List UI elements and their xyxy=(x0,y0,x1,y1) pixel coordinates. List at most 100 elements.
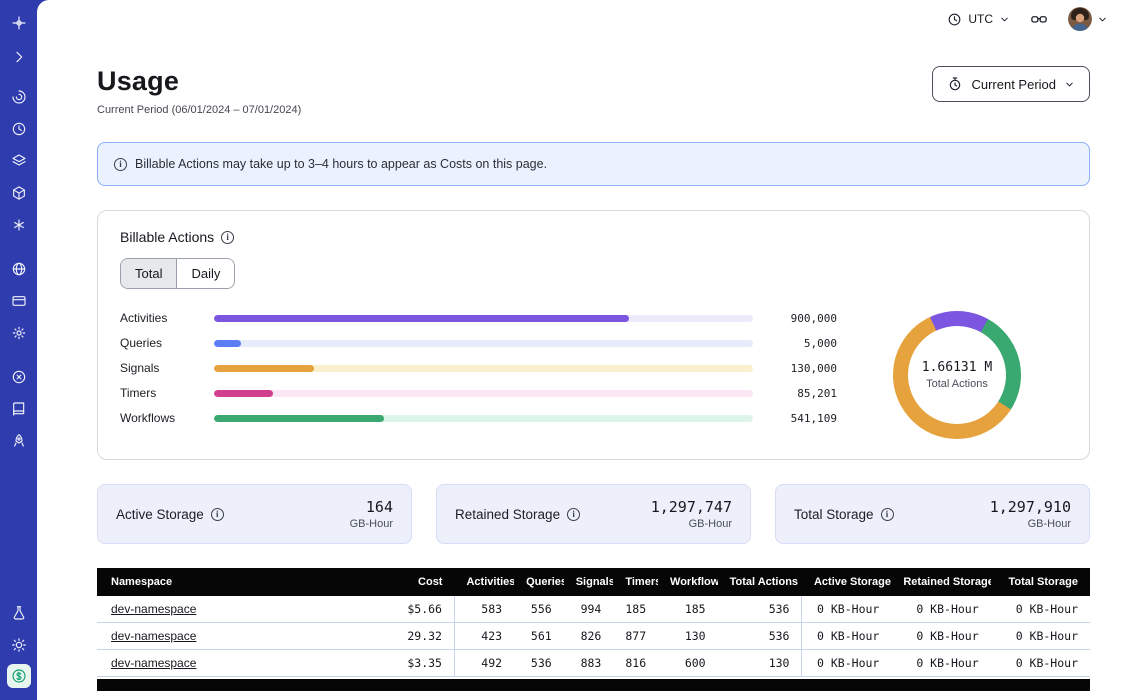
bar-value: 130,000 xyxy=(763,362,837,375)
region-icon[interactable] xyxy=(5,256,33,282)
timezone-selector[interactable]: UTC xyxy=(947,12,1010,27)
theme-icon[interactable] xyxy=(5,632,33,658)
bar-row-queries: Queries 5,000 xyxy=(120,336,837,350)
col-total-actions: Total Actions xyxy=(718,568,802,596)
settings-icon[interactable] xyxy=(5,320,33,346)
stat-value: 164 xyxy=(350,498,393,516)
namespace-usage-table: Namespace Cost Activities Queries Signal… xyxy=(97,568,1090,677)
cell-retained-storage: 0 KB-Hour xyxy=(891,596,990,623)
info-icon[interactable]: i xyxy=(221,231,234,244)
cell-activities: 583 xyxy=(454,596,514,623)
namespace-link[interactable]: dev-namespace xyxy=(111,629,196,643)
donut-center: 1.66131 M Total Actions xyxy=(893,311,1021,439)
cell-queries: 556 xyxy=(514,596,564,623)
bar-fill xyxy=(214,390,273,397)
col-retained-storage: Retained Storage xyxy=(891,568,990,596)
info-icon[interactable]: i xyxy=(881,508,894,521)
bar-fill xyxy=(214,315,629,322)
cell-cost: 29.32 xyxy=(395,623,455,650)
billable-actions-title: Billable Actions i xyxy=(120,229,1067,245)
namespace-link[interactable]: dev-namespace xyxy=(111,656,196,670)
docs-icon[interactable] xyxy=(5,396,33,422)
bar-chart: Activities 900,000 Queries 5,000 Signals… xyxy=(120,311,847,439)
bar-value: 900,000 xyxy=(763,312,837,325)
donut-column: 1.66131 M Total Actions xyxy=(847,311,1067,439)
bar-label: Activities xyxy=(120,311,204,325)
bar-label: Queries xyxy=(120,336,204,350)
cell-cost: $5.66 xyxy=(395,596,455,623)
nexus-icon[interactable] xyxy=(5,84,33,110)
bar-row-timers: Timers 85,201 xyxy=(120,386,837,400)
bar-row-workflows: Workflows 541,109 xyxy=(120,411,837,425)
stat-label: Active Storage xyxy=(116,507,204,522)
col-total-storage: Total Storage xyxy=(991,568,1090,596)
integrations-icon[interactable] xyxy=(5,212,33,238)
info-icon: i xyxy=(114,158,127,171)
collapse-sidebar-icon[interactable] xyxy=(5,44,33,70)
bar-label: Signals xyxy=(120,361,204,375)
bar-label: Workflows xyxy=(120,411,204,425)
info-banner: i Billable Actions may take up to 3–4 ho… xyxy=(97,142,1090,186)
total-actions-donut: 1.66131 M Total Actions xyxy=(893,311,1021,439)
sidebar xyxy=(0,0,37,700)
donut-total-value: 1.66131 M xyxy=(922,360,992,375)
billing-icon[interactable] xyxy=(5,288,33,314)
billable-actions-card: Billable Actions i Total Daily Activitie… xyxy=(97,210,1090,460)
table-row: dev-namespace 29.32 423 561 826 877 130 … xyxy=(97,623,1090,650)
col-active-storage: Active Storage xyxy=(802,568,891,596)
bar-row-signals: Signals 130,000 xyxy=(120,361,837,375)
col-queries: Queries xyxy=(514,568,564,596)
sidebar-group-bottom xyxy=(5,600,33,688)
labs-icon[interactable] xyxy=(5,600,33,626)
namespace-link[interactable]: dev-namespace xyxy=(111,602,196,616)
retained-storage-card: Retained Storage i 1,297,747 GB-Hour xyxy=(436,484,751,544)
cell-total-actions: 130 xyxy=(718,650,802,677)
active-storage-card: Active Storage i 164 GB-Hour xyxy=(97,484,412,544)
goggles-icon[interactable] xyxy=(1026,6,1052,32)
history-icon[interactable] xyxy=(5,116,33,142)
table-header-row: Namespace Cost Activities Queries Signal… xyxy=(97,568,1090,596)
stat-label: Total Storage xyxy=(794,507,874,522)
cell-total-storage: 0 KB-Hour xyxy=(991,623,1090,650)
stat-value: 1,297,747 xyxy=(651,498,732,516)
sidebar-group-account xyxy=(5,256,33,346)
getting-started-icon[interactable] xyxy=(5,428,33,454)
cell-timers: 816 xyxy=(613,650,658,677)
usage-icon[interactable] xyxy=(7,664,31,688)
topbar: UTC xyxy=(37,0,1126,38)
temporal-logo-icon[interactable] xyxy=(5,10,33,36)
bar-value: 5,000 xyxy=(763,337,837,350)
cell-workflows: 185 xyxy=(658,596,718,623)
deployments-icon[interactable] xyxy=(5,180,33,206)
user-menu[interactable] xyxy=(1068,7,1108,31)
tab-daily[interactable]: Daily xyxy=(177,259,234,288)
period-selector-button[interactable]: Current Period xyxy=(932,66,1090,102)
bar-track xyxy=(214,365,753,372)
page-title: Usage xyxy=(97,66,301,97)
col-activities: Activities xyxy=(454,568,514,596)
main-panel: UTC Usage Current Period (06/01/2024 – 0… xyxy=(37,0,1126,700)
support-icon[interactable] xyxy=(5,364,33,390)
bar-row-activities: Activities 900,000 xyxy=(120,311,837,325)
col-workflows: Workflows xyxy=(658,568,718,596)
tab-total[interactable]: Total xyxy=(121,259,177,288)
cell-timers: 877 xyxy=(613,623,658,650)
info-icon[interactable]: i xyxy=(567,508,580,521)
billable-chart: Activities 900,000 Queries 5,000 Signals… xyxy=(120,311,1067,439)
banner-text: Billable Actions may take up to 3–4 hour… xyxy=(135,157,547,171)
billable-actions-title-text: Billable Actions xyxy=(120,229,214,245)
cell-workflows: 130 xyxy=(658,623,718,650)
total-storage-card: Total Storage i 1,297,910 GB-Hour xyxy=(775,484,1090,544)
cell-total-storage: 0 KB-Hour xyxy=(991,650,1090,677)
timezone-icon xyxy=(947,12,962,27)
timer-icon xyxy=(947,76,963,92)
bar-track xyxy=(214,415,753,422)
stat-label: Retained Storage xyxy=(455,507,560,522)
cell-total-actions: 536 xyxy=(718,623,802,650)
namespaces-icon[interactable] xyxy=(5,148,33,174)
info-icon[interactable]: i xyxy=(211,508,224,521)
cell-active-storage: 0 KB-Hour xyxy=(802,650,891,677)
cell-queries: 561 xyxy=(514,623,564,650)
cell-workflows: 600 xyxy=(658,650,718,677)
bar-fill xyxy=(214,415,384,422)
